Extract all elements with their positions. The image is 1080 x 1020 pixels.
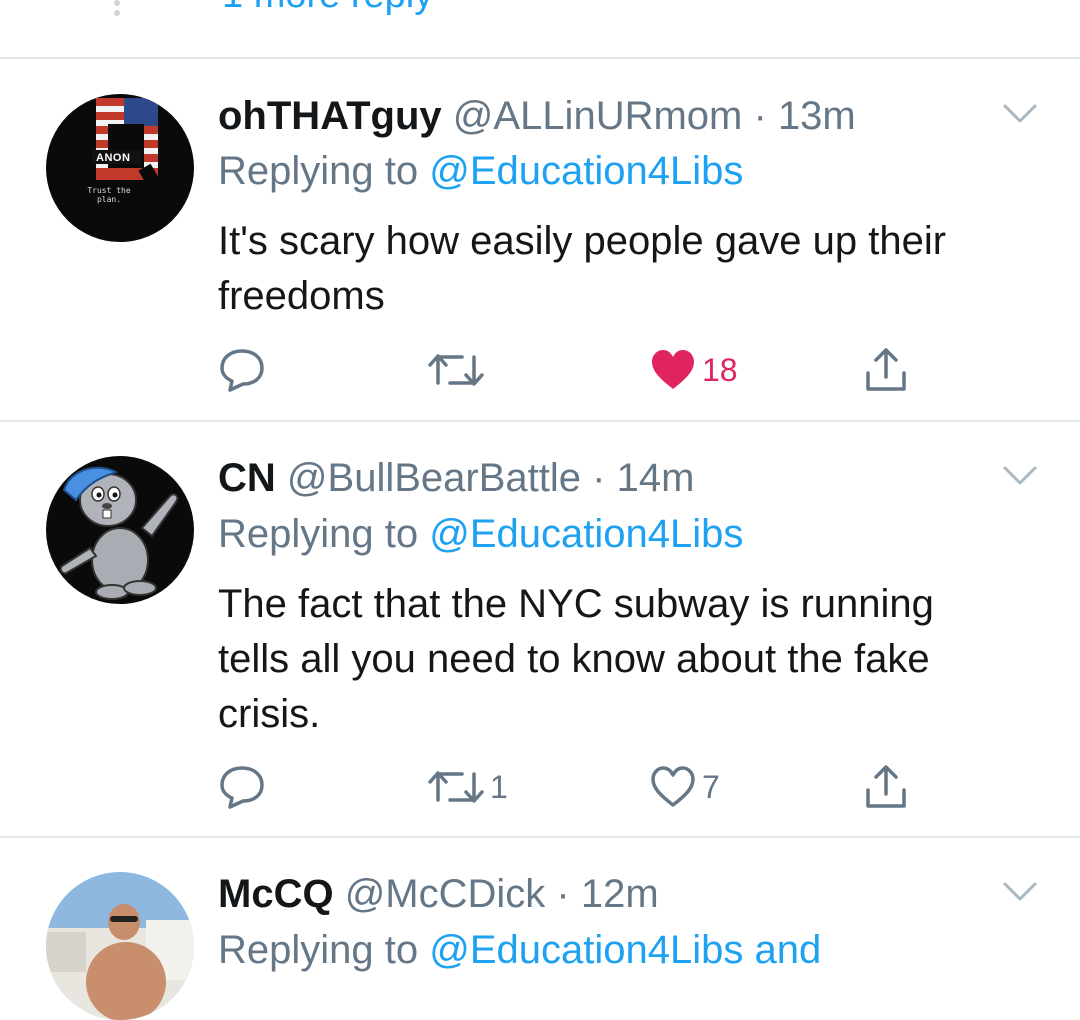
replying-prefix: Replying to — [218, 928, 419, 972]
replying-prefix: Replying to — [218, 512, 419, 556]
user-handle[interactable]: @BullBearBattle — [287, 456, 581, 500]
like-button[interactable]: 7 — [650, 763, 720, 811]
cartoon-squirrel-avatar-icon — [46, 456, 194, 604]
divider — [0, 420, 1080, 422]
timestamp[interactable]: 14m — [617, 456, 695, 500]
separator: · — [556, 872, 570, 916]
replying-to: Replying to @Education4Libs — [218, 514, 743, 554]
timestamp[interactable]: 13m — [778, 94, 856, 138]
like-button[interactable]: 18 — [650, 346, 738, 394]
display-name[interactable]: ohTHATguy — [218, 94, 442, 138]
chevron-down-icon[interactable] — [1002, 880, 1038, 904]
photo-person-avatar-icon — [46, 872, 194, 1020]
tweet-text-line: freedoms — [218, 274, 385, 318]
replying-to: Replying to @Education4Libs and — [218, 930, 821, 970]
tweet-text-line: It's scary how easily people gave up the… — [218, 219, 947, 263]
user-handle[interactable]: @McCDick — [345, 872, 546, 916]
speech-bubble-icon — [220, 349, 264, 392]
divider — [0, 836, 1080, 838]
retweet-button[interactable]: 1 — [428, 763, 508, 811]
avatar-caption: Trust the plan. — [87, 186, 131, 204]
anon-q-flag-avatar-icon — [46, 94, 194, 242]
tweet-text-line: crisis. — [218, 692, 321, 736]
avatar[interactable]: ANON Trust the plan. — [46, 94, 194, 242]
replying-prefix: Replying to — [218, 149, 419, 193]
retweet-arrows-icon — [428, 354, 484, 386]
display-name[interactable]: CN — [218, 456, 276, 500]
tweet-text-line: The fact that the NYC subway is running — [218, 582, 934, 626]
separator: · — [753, 94, 767, 138]
mention-link[interactable]: @Education4Libs — [429, 928, 743, 972]
tweet-header: ohTHATguy @ALLinURmom · 13m — [218, 96, 856, 136]
avatar[interactable] — [46, 872, 194, 1020]
mention-link[interactable]: @Education4Libs — [429, 512, 743, 556]
tweet-text-line: tells all you need to know about the fak… — [218, 637, 930, 681]
speech-bubble-icon — [220, 766, 264, 809]
reply-button[interactable] — [218, 763, 272, 811]
chevron-down-icon[interactable] — [1002, 464, 1038, 488]
thread-connector-dots — [114, 0, 124, 20]
heart-icon — [652, 350, 694, 389]
tweet-text: It's scary how easily people gave up the… — [218, 214, 1038, 324]
mention-link[interactable]: @Education4Libs — [429, 149, 743, 193]
display-name[interactable]: McCQ — [218, 872, 334, 916]
chevron-down-icon[interactable] — [1002, 102, 1038, 126]
divider — [0, 57, 1080, 59]
like-count: 7 — [702, 768, 720, 805]
user-handle[interactable]: @ALLinURmom — [453, 94, 743, 138]
retweet-button[interactable] — [428, 346, 490, 394]
retweet-arrows-icon — [428, 771, 484, 803]
avatar[interactable] — [46, 456, 194, 604]
share-upload-icon — [866, 348, 906, 391]
avatar-badge: ANON — [96, 152, 131, 164]
share-button[interactable] — [862, 346, 910, 394]
replying-suffix: and — [743, 928, 822, 972]
more-reply-link[interactable]: 1 more reply — [222, 0, 433, 17]
share-upload-icon — [866, 765, 906, 808]
tweet-header: CN @BullBearBattle · 14m — [218, 458, 694, 498]
retweet-count: 1 — [490, 768, 508, 805]
like-count: 18 — [702, 351, 738, 388]
replying-to: Replying to @Education4Libs — [218, 151, 743, 191]
separator: · — [592, 456, 606, 500]
timestamp[interactable]: 12m — [581, 872, 659, 916]
reply-button[interactable] — [218, 346, 272, 394]
share-button[interactable] — [862, 763, 910, 811]
heart-icon — [651, 766, 695, 807]
tweet-text: The fact that the NYC subway is running … — [218, 577, 1038, 742]
tweet-header: McCQ @McCDick · 12m — [218, 874, 659, 914]
